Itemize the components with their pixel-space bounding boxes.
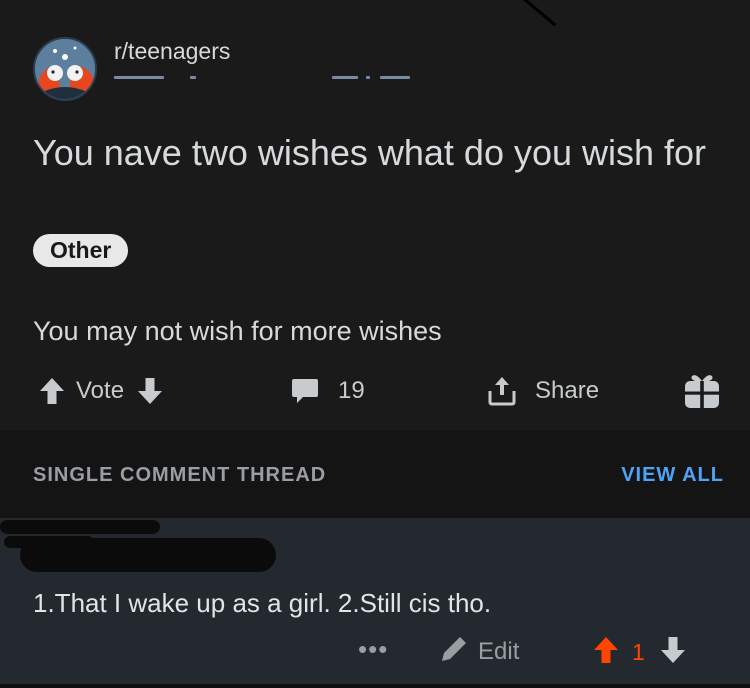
comment-icon xyxy=(290,376,320,406)
decorative-line xyxy=(519,0,557,27)
post-body: You may not wish for more wishes xyxy=(33,316,442,346)
subreddit-avatar[interactable] xyxy=(33,37,97,101)
comment-card: 1.That I wake up as a girl. 2.Still cis … xyxy=(0,518,750,688)
post-title[interactable]: You nave two wishes what do you wish for xyxy=(33,132,733,174)
upvote-icon[interactable] xyxy=(592,635,620,670)
share-icon xyxy=(487,375,517,407)
downvote-icon[interactable] xyxy=(659,635,687,670)
share-button[interactable]: Share xyxy=(487,366,599,416)
thread-label: SINGLE COMMENT THREAD xyxy=(33,464,327,486)
redacted-meta xyxy=(114,76,434,82)
post-card: r/teenagers You nave two wishes what do … xyxy=(0,0,750,430)
comment-action-bar: ••• Edit 1 xyxy=(0,632,750,672)
thread-header: SINGLE COMMENT THREAD VIEW ALL xyxy=(0,430,750,518)
edit-label: Edit xyxy=(478,638,520,665)
comment-count: 19 xyxy=(338,377,365,404)
comment-body: 1.That I wake up as a girl. 2.Still cis … xyxy=(33,588,492,618)
redacted-username xyxy=(0,520,160,534)
share-label: Share xyxy=(535,377,600,404)
subreddit-name[interactable]: r/teenagers xyxy=(114,38,230,65)
downvote-icon[interactable] xyxy=(136,376,164,406)
upvote-icon[interactable] xyxy=(38,376,66,406)
redacted-username xyxy=(4,536,94,548)
edit-button[interactable]: Edit xyxy=(440,632,519,672)
vote-label: Vote xyxy=(76,377,125,404)
post-action-bar: Vote 19 Share xyxy=(0,366,750,416)
comment-vote-group: 1 xyxy=(592,632,687,672)
bottom-divider xyxy=(0,684,750,688)
award-button[interactable] xyxy=(683,366,721,416)
gift-icon xyxy=(683,372,721,410)
flair-badge[interactable]: Other xyxy=(33,234,129,267)
more-icon[interactable]: ••• xyxy=(358,632,388,672)
pencil-icon xyxy=(440,635,468,670)
comments-button[interactable]: 19 xyxy=(290,366,365,416)
comment-score: 1 xyxy=(632,638,645,665)
view-all-link[interactable]: VIEW ALL xyxy=(621,464,724,487)
vote-group: Vote xyxy=(38,366,164,416)
